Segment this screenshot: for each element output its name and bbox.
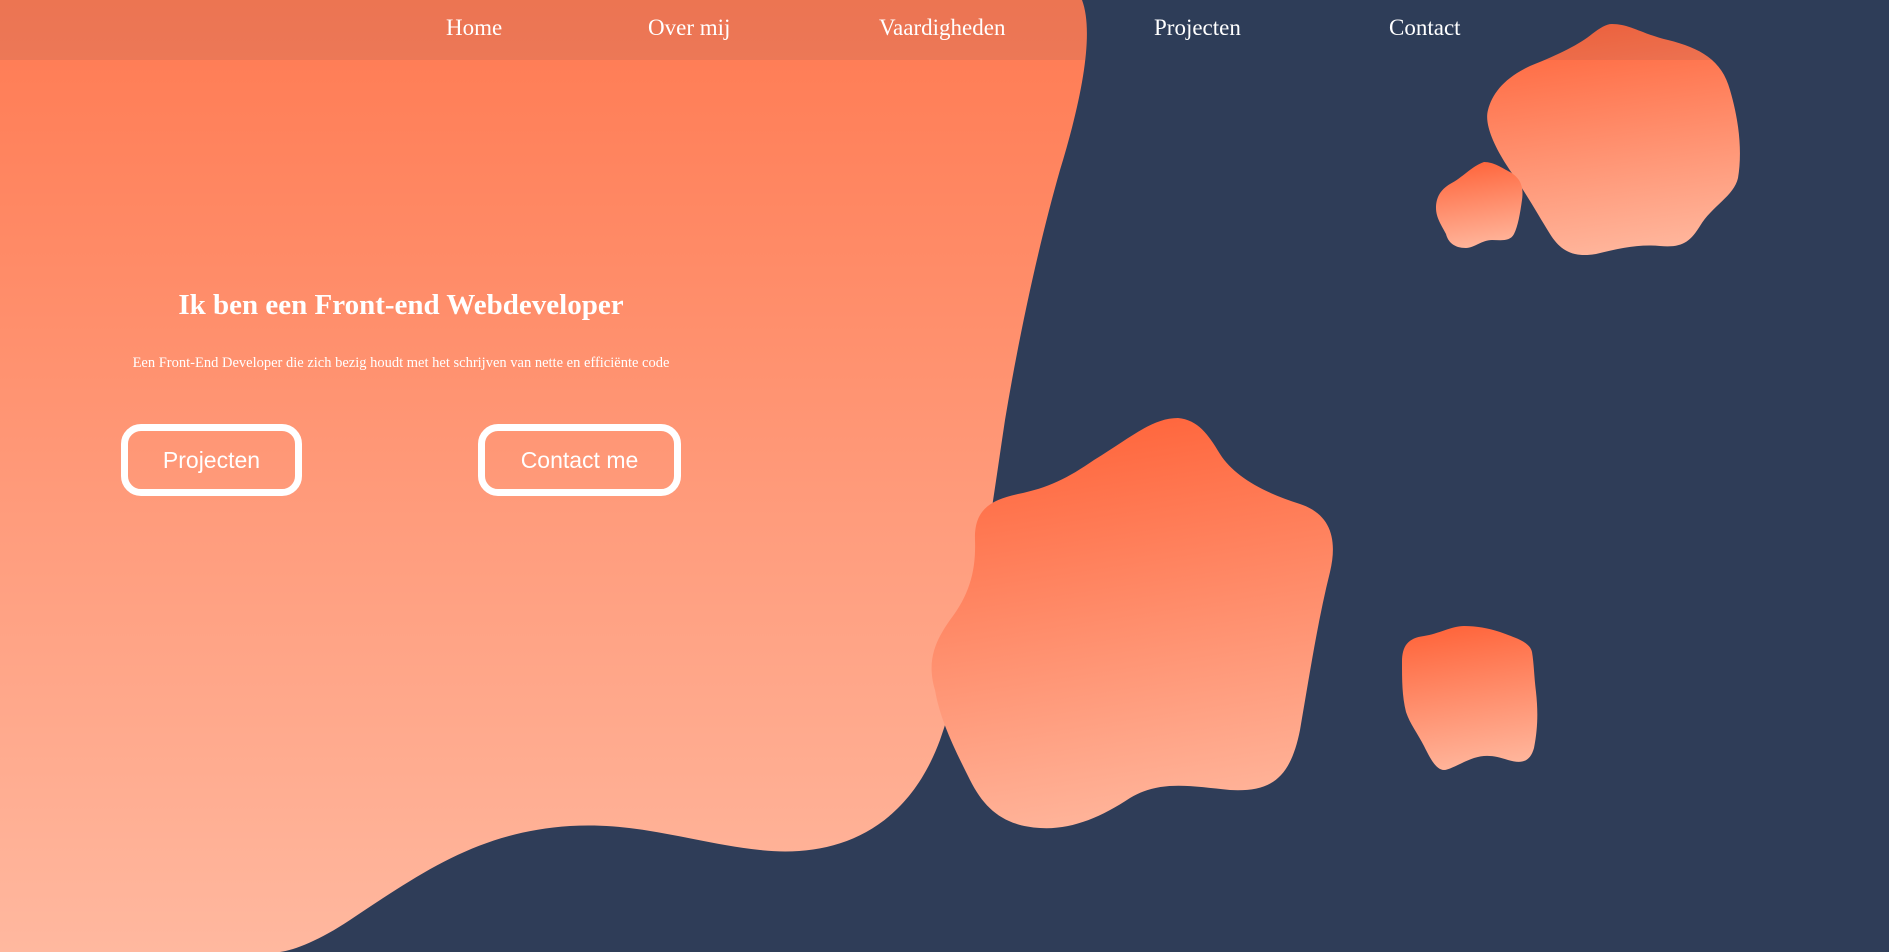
nav-link-contact[interactable]: Contact (1389, 12, 1461, 44)
hero-subtitle: Een Front-End Developer die zich bezig h… (132, 355, 670, 371)
projects-button[interactable]: Projecten (121, 424, 302, 496)
contact-me-button[interactable]: Contact me (478, 424, 681, 496)
hero-title: Ik ben een Front-end Webdeveloper (178, 289, 624, 321)
decorative-blob-small-bottom (1402, 626, 1538, 770)
decorative-blob-small-top (1436, 162, 1523, 248)
nav-link-over-mij[interactable]: Over mij (648, 12, 730, 44)
nav-link-home[interactable]: Home (446, 12, 502, 44)
hero-section: Ik ben een Front-end Webdeveloper Een Fr… (0, 0, 802, 952)
top-navigation-bar: Home Over mij Vaardigheden Projecten Con… (0, 0, 1889, 60)
nav-link-projecten[interactable]: Projecten (1154, 12, 1241, 44)
nav-link-vaardigheden[interactable]: Vaardigheden (879, 12, 1005, 44)
